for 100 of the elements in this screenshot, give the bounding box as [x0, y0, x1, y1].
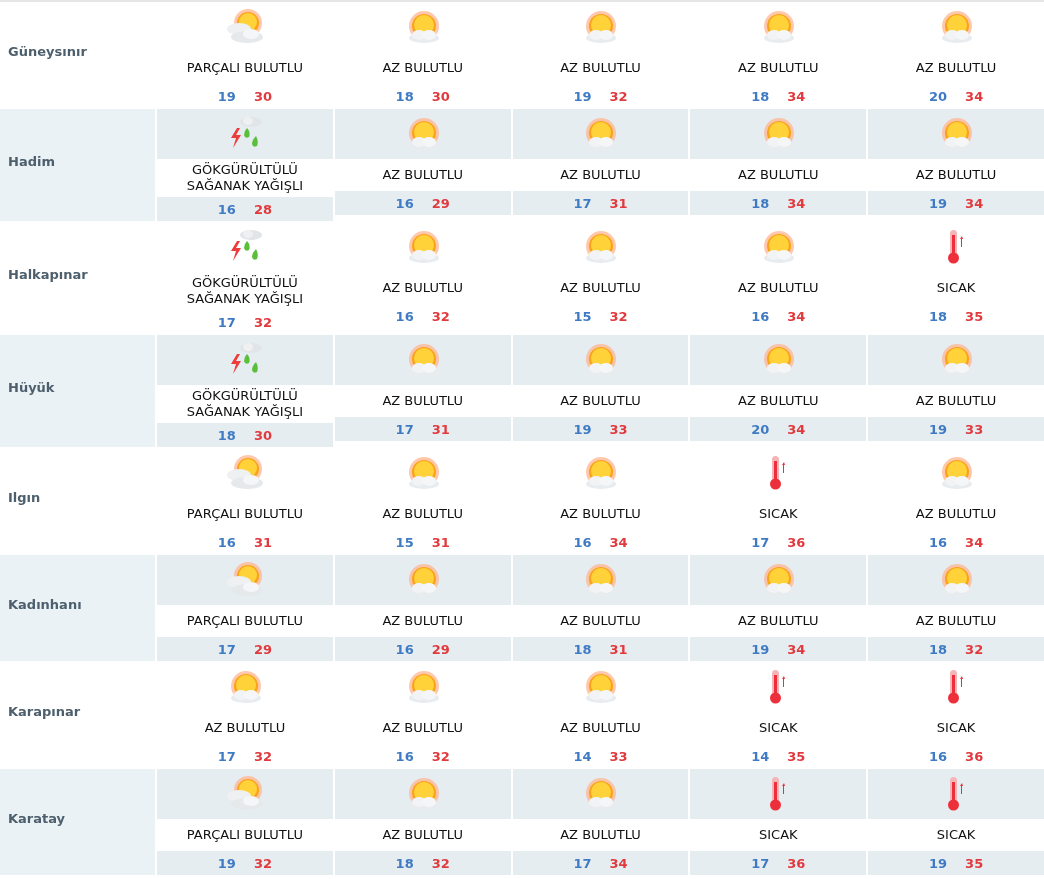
low-temperature: 18 — [395, 855, 414, 871]
low-temperature: 14 — [573, 748, 592, 764]
high-temperature: 36 — [965, 748, 984, 764]
low-temperature: 16 — [929, 534, 948, 550]
low-temperature: 18 — [929, 308, 948, 324]
location-name: Karatay — [8, 810, 66, 826]
high-temperature: 34 — [787, 195, 806, 211]
low-temperature: 18 — [395, 88, 414, 104]
location-name: Ilgın — [8, 489, 41, 505]
high-temperature: 34 — [787, 421, 806, 437]
high-temperature: 28 — [253, 201, 272, 217]
low-temperature: 17 — [217, 641, 236, 657]
high-temperature: 34 — [787, 641, 806, 657]
high-temperature: 35 — [787, 748, 806, 764]
high-temperature: 32 — [253, 314, 272, 330]
condition-label: AZ BULUTLU — [738, 280, 819, 296]
location-name: Halkapınar — [8, 266, 88, 282]
high-temperature: 31 — [431, 534, 450, 550]
low-temperature: 16 — [395, 308, 414, 324]
low-temperature: 17 — [395, 421, 414, 437]
low-temperature: 18 — [751, 195, 770, 211]
condition-label: PARÇALI BULUTLU — [186, 613, 303, 629]
low-temperature: 19 — [929, 855, 948, 871]
high-temperature: 33 — [609, 748, 628, 764]
condition-label: AZ BULUTLU — [560, 827, 641, 843]
condition-label: AZ BULUTLU — [560, 280, 641, 296]
low-temperature: 17 — [573, 195, 592, 211]
low-temperature: 19 — [929, 195, 948, 211]
high-temperature: 32 — [431, 308, 450, 324]
low-temperature: 16 — [751, 308, 770, 324]
high-temperature: 31 — [609, 195, 628, 211]
high-temperature: 34 — [787, 88, 806, 104]
condition-label: AZ BULUTLU — [382, 280, 463, 296]
condition-label: AZ BULUTLU — [382, 827, 463, 843]
low-temperature: 20 — [751, 421, 770, 437]
condition-label: AZ BULUTLU — [560, 506, 641, 522]
high-temperature: 32 — [609, 88, 628, 104]
high-temperature: 29 — [431, 641, 450, 657]
high-temperature: 29 — [431, 195, 450, 211]
condition-label: SICAK — [759, 827, 798, 843]
condition-label: AZ BULUTLU — [738, 393, 819, 409]
high-temperature: 34 — [609, 534, 628, 550]
low-temperature: 14 — [751, 748, 770, 764]
low-temperature: 16 — [217, 201, 236, 217]
condition-label: GÖKGÜRÜLTÜLÜ SAĞANAK YAĞIŞLI — [185, 275, 304, 307]
condition-label: AZ BULUTLU — [915, 167, 997, 183]
low-temperature: 17 — [217, 748, 236, 764]
high-temperature: 31 — [609, 641, 628, 657]
low-temperature: 16 — [395, 641, 414, 657]
condition-label: SICAK — [936, 827, 976, 843]
high-temperature: 32 — [965, 641, 984, 657]
low-temperature: 15 — [395, 534, 414, 550]
low-temperature: 17 — [751, 534, 770, 550]
high-temperature: 30 — [253, 427, 272, 443]
high-temperature: 35 — [965, 855, 984, 871]
condition-label: AZ BULUTLU — [382, 393, 463, 409]
condition-label: PARÇALI BULUTLU — [186, 60, 303, 76]
high-temperature: 30 — [431, 88, 450, 104]
high-temperature: 35 — [965, 308, 984, 324]
high-temperature: 34 — [965, 195, 984, 211]
condition-label: PARÇALI BULUTLU — [186, 827, 303, 843]
condition-label: AZ BULUTLU — [560, 60, 641, 76]
condition-label: AZ BULUTLU — [204, 720, 286, 736]
high-temperature: 29 — [253, 641, 272, 657]
high-temperature: 31 — [253, 534, 272, 550]
location-name: Güneysınır — [8, 43, 87, 59]
condition-label: GÖKGÜRÜLTÜLÜ SAĞANAK YAĞIŞLI — [185, 162, 304, 194]
high-temperature: 30 — [253, 88, 272, 104]
high-temperature: 32 — [609, 308, 628, 324]
condition-label: AZ BULUTLU — [382, 60, 463, 76]
condition-label: AZ BULUTLU — [915, 506, 997, 522]
low-temperature: 16 — [395, 195, 414, 211]
low-temperature: 20 — [929, 88, 948, 104]
condition-label: AZ BULUTLU — [560, 720, 641, 736]
low-temperature: 18 — [573, 641, 592, 657]
high-temperature: 31 — [431, 421, 450, 437]
condition-label: AZ BULUTLU — [382, 613, 463, 629]
low-temperature: 19 — [217, 855, 236, 871]
location-name: Hadim — [8, 153, 55, 169]
high-temperature: 34 — [965, 88, 984, 104]
low-temperature: 18 — [929, 641, 948, 657]
low-temperature: 19 — [217, 88, 236, 104]
condition-label: GÖKGÜRÜLTÜLÜ SAĞANAK YAĞIŞLI — [185, 388, 304, 420]
condition-label: AZ BULUTLU — [560, 613, 641, 629]
condition-label: AZ BULUTLU — [738, 613, 819, 629]
high-temperature: 34 — [965, 534, 984, 550]
low-temperature: 19 — [573, 421, 592, 437]
low-temperature: 16 — [395, 748, 414, 764]
condition-label: AZ BULUTLU — [382, 506, 463, 522]
low-temperature: 19 — [929, 421, 948, 437]
condition-label: SICAK — [759, 506, 798, 522]
condition-label: PARÇALI BULUTLU — [186, 506, 303, 522]
high-temperature: 36 — [787, 534, 806, 550]
low-temperature: 17 — [573, 855, 592, 871]
condition-label: AZ BULUTLU — [382, 167, 463, 183]
low-temperature: 15 — [573, 308, 592, 324]
location-name: Hüyük — [8, 379, 55, 395]
low-temperature: 17 — [751, 855, 770, 871]
high-temperature: 34 — [609, 855, 628, 871]
high-temperature: 33 — [609, 421, 628, 437]
